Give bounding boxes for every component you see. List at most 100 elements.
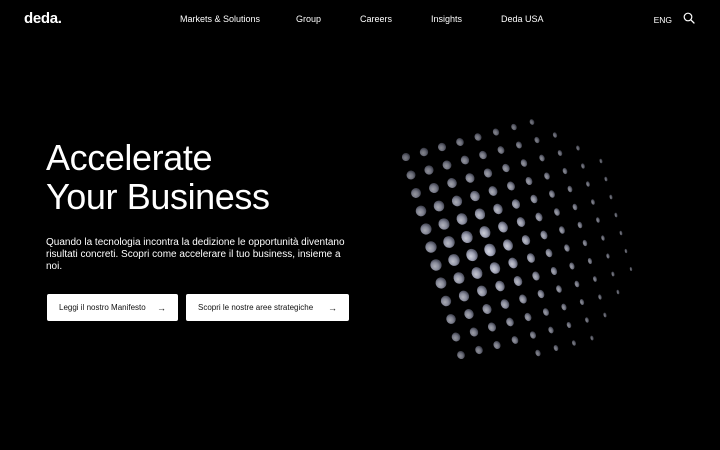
decorative-dot bbox=[430, 259, 442, 271]
strategic-areas-button[interactable]: Scopri le nostre aree strategiche → bbox=[186, 294, 349, 321]
decorative-dot bbox=[562, 167, 568, 175]
decorative-dot bbox=[529, 331, 537, 339]
decorative-dot bbox=[604, 176, 608, 182]
decorative-dot bbox=[520, 159, 528, 167]
decorative-dot bbox=[567, 185, 573, 193]
decorative-dot bbox=[586, 181, 590, 187]
decorative-dot bbox=[549, 190, 555, 198]
manifesto-button-label: Leggi il nostro Manifesto bbox=[59, 303, 146, 312]
decorative-dot bbox=[474, 208, 486, 220]
decorative-dot bbox=[566, 321, 572, 329]
decorative-dot bbox=[453, 272, 465, 284]
decorative-dot bbox=[487, 322, 497, 332]
nav-insights[interactable]: Insights bbox=[431, 14, 462, 24]
decorative-dot bbox=[519, 294, 527, 304]
dot-sphere-graphic bbox=[401, 119, 633, 360]
decorative-dot bbox=[508, 257, 518, 269]
decorative-dot bbox=[516, 141, 522, 149]
decorative-dot bbox=[619, 230, 623, 236]
strategic-areas-button-label: Scopri le nostre aree strategiche bbox=[198, 303, 314, 312]
decorative-dot bbox=[489, 262, 501, 274]
decorative-dot bbox=[424, 165, 434, 175]
main-nav: Markets & Solutions Group Careers Insigh… bbox=[0, 14, 720, 28]
nav-group[interactable]: Group bbox=[296, 14, 321, 24]
decorative-dot bbox=[593, 276, 597, 282]
decorative-dot bbox=[574, 280, 580, 288]
decorative-dot bbox=[611, 271, 615, 277]
decorative-dot bbox=[451, 332, 461, 342]
decorative-dot bbox=[527, 253, 535, 263]
decorative-dot bbox=[530, 194, 538, 204]
decorative-dot bbox=[484, 243, 496, 257]
decorative-dot bbox=[451, 195, 463, 207]
decorative-dot bbox=[553, 345, 559, 351]
decorative-dot bbox=[401, 152, 411, 162]
decorative-dot bbox=[561, 303, 567, 311]
decorative-dot bbox=[572, 340, 576, 346]
decorative-dot bbox=[425, 241, 437, 253]
decorative-dot bbox=[534, 136, 540, 144]
decorative-dot bbox=[458, 290, 470, 302]
decorative-dot bbox=[460, 155, 470, 165]
decorative-dot bbox=[429, 182, 439, 194]
decorative-dot bbox=[419, 147, 429, 157]
decorative-dot bbox=[471, 267, 483, 279]
language-switcher[interactable]: ENG bbox=[654, 15, 672, 25]
decorative-dot bbox=[479, 226, 491, 238]
decorative-dot bbox=[554, 208, 560, 216]
decorative-dot bbox=[614, 212, 618, 218]
decorative-dot bbox=[609, 194, 613, 200]
decorative-dot bbox=[440, 295, 452, 307]
decorative-dot bbox=[581, 163, 585, 169]
decorative-dot bbox=[540, 230, 548, 240]
decorative-dot bbox=[469, 327, 479, 337]
decorative-dot bbox=[539, 154, 545, 162]
decorative-dot bbox=[532, 271, 540, 281]
decorative-dot bbox=[542, 308, 550, 316]
decorative-dot bbox=[464, 309, 474, 319]
decorative-dot bbox=[557, 150, 563, 156]
decorative-dot bbox=[585, 317, 589, 323]
decorative-dot bbox=[511, 123, 517, 131]
decorative-dot bbox=[516, 217, 526, 227]
nav-deda-usa[interactable]: Deda USA bbox=[501, 14, 544, 24]
hero-title-line-1: Accelerate bbox=[46, 137, 213, 178]
nav-careers[interactable]: Careers bbox=[360, 14, 392, 24]
hero-title-line-2: Your Business bbox=[46, 176, 270, 217]
decorative-dot bbox=[506, 317, 514, 327]
decorative-dot bbox=[511, 336, 519, 344]
decorative-dot bbox=[497, 146, 505, 154]
decorative-dot bbox=[433, 200, 445, 212]
decorative-dot bbox=[513, 276, 523, 286]
decorative-dot bbox=[556, 285, 562, 293]
manifesto-button[interactable]: Leggi il nostro Manifesto → bbox=[47, 294, 178, 321]
decorative-dot bbox=[596, 217, 600, 223]
nav-markets-solutions[interactable]: Markets & Solutions bbox=[180, 14, 260, 24]
decorative-dot bbox=[443, 236, 455, 248]
decorative-dot bbox=[492, 128, 500, 136]
decorative-dot bbox=[482, 304, 492, 314]
decorative-dot bbox=[591, 199, 595, 205]
decorative-dot bbox=[476, 285, 488, 297]
arrow-right-icon: → bbox=[328, 302, 337, 313]
decorative-dot bbox=[576, 145, 580, 151]
decorative-dot bbox=[448, 254, 460, 266]
decorative-dot bbox=[559, 226, 565, 234]
decorative-dot bbox=[474, 133, 482, 141]
decorative-dot bbox=[502, 163, 510, 173]
search-icon[interactable] bbox=[683, 12, 695, 24]
decorative-dot bbox=[493, 203, 503, 215]
decorative-dot bbox=[599, 158, 603, 164]
decorative-dot bbox=[411, 188, 421, 198]
decorative-dot bbox=[507, 181, 515, 191]
decorative-dot bbox=[483, 168, 493, 178]
decorative-dot bbox=[435, 277, 447, 289]
decorative-dot bbox=[442, 160, 452, 170]
decorative-dot bbox=[521, 235, 531, 245]
decorative-dot bbox=[550, 267, 558, 275]
decorative-dot bbox=[456, 138, 464, 146]
decorative-dot bbox=[529, 119, 535, 125]
decorative-dot bbox=[500, 299, 510, 309]
decorative-dot bbox=[447, 178, 457, 188]
hero-title: Accelerate Your Business bbox=[46, 138, 270, 216]
